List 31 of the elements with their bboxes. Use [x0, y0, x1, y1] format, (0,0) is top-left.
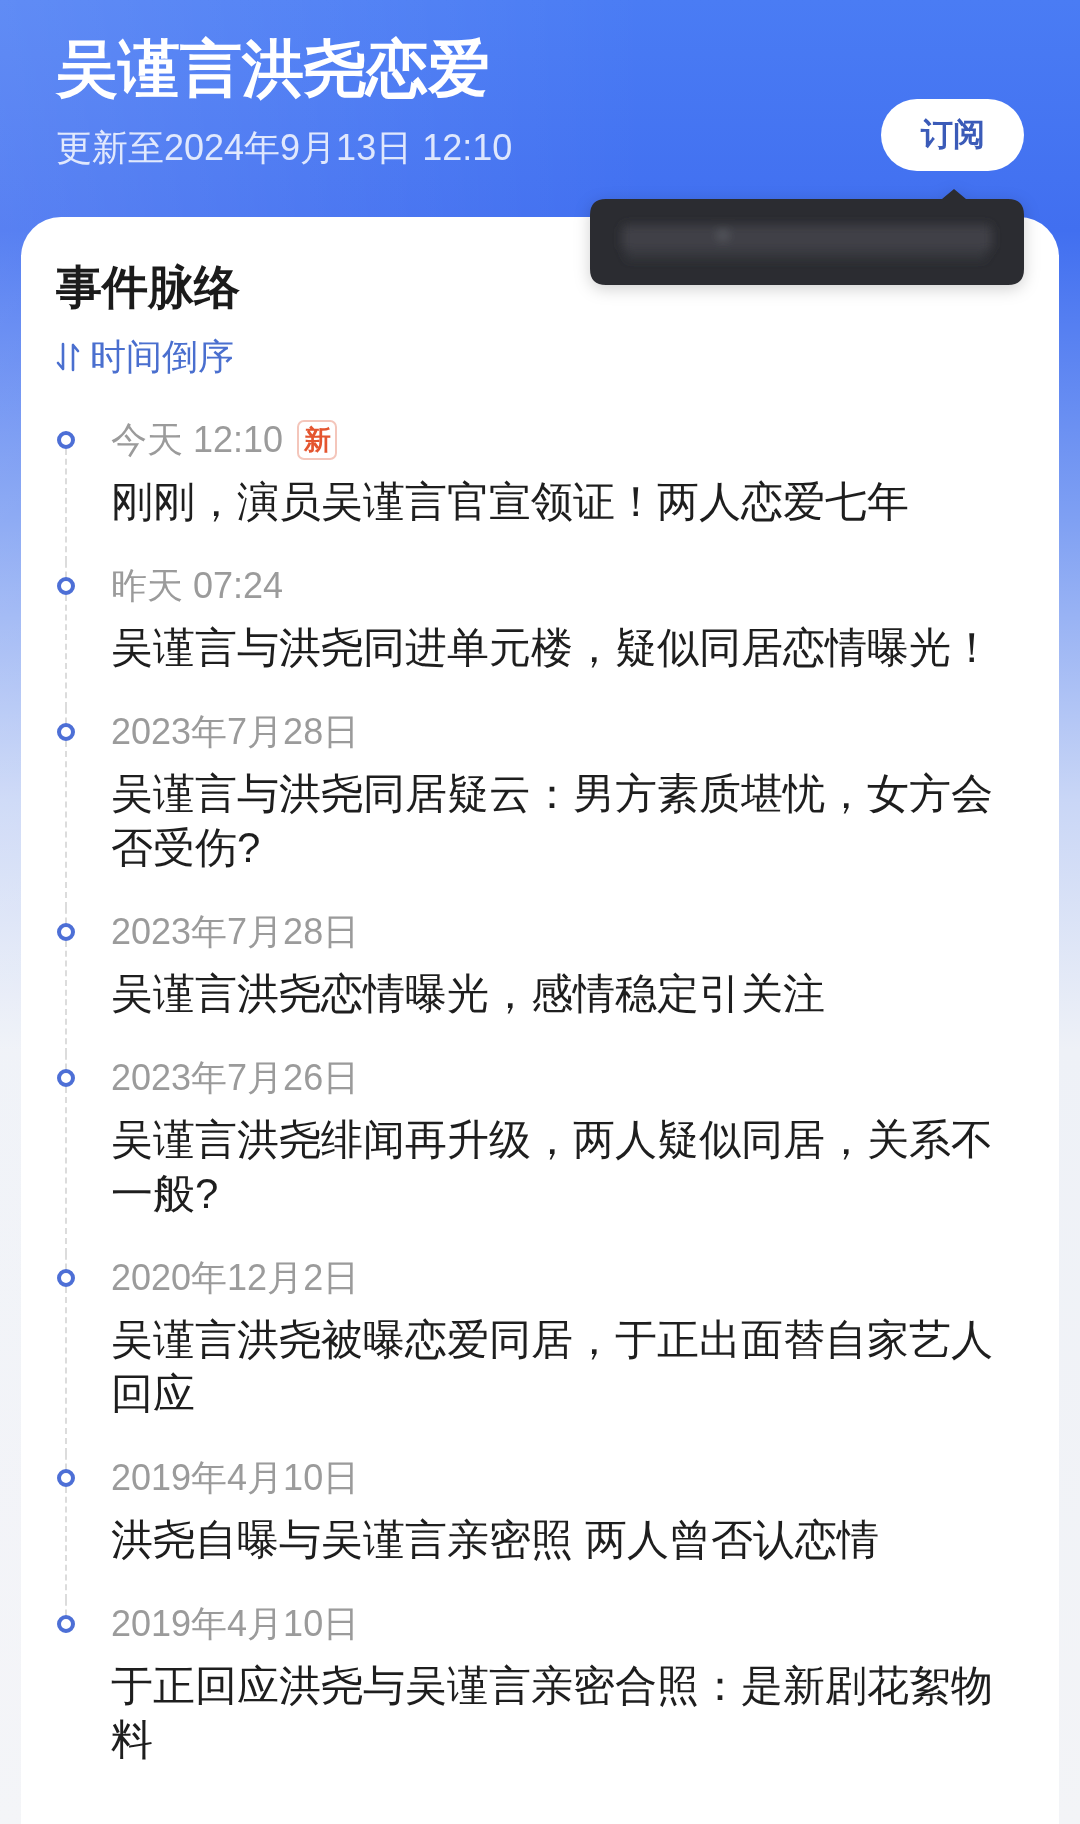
page-title: 吴谨言洪尧恋爱	[56, 33, 491, 105]
timeline-dot-icon	[57, 577, 75, 595]
subscribe-button[interactable]: 订阅	[881, 99, 1024, 171]
section-title: 事件脉络	[56, 260, 241, 315]
event-headline[interactable]: 刚刚，演员吴谨言官宣领证！两人恋爱七年	[111, 475, 1021, 529]
event-date: 2023年7月26日	[111, 1056, 360, 1100]
event-headline[interactable]: 吴谨言洪尧被曝恋爱同居，于正出面替自家艺人回应	[111, 1313, 1021, 1421]
sort-arrows-icon[interactable]	[56, 342, 80, 372]
event-date: 2023年7月28日	[111, 910, 360, 954]
event-date: 2019年4月10日	[111, 1456, 360, 1500]
timeline-dot-icon	[57, 723, 75, 741]
update-time: 更新至2024年9月13日 12:10	[56, 126, 513, 170]
event-headline[interactable]: 吴谨言与洪尧同居疑云：男方素质堪忧，女方会否受伤?	[111, 767, 1021, 875]
event-date: 昨天 07:24	[111, 564, 284, 608]
event-headline[interactable]: 吴谨言与洪尧同进单元楼，疑似同居恋情曝光！	[111, 621, 1021, 675]
event-date: 2020年12月2日	[111, 1256, 360, 1300]
timeline-dot-icon	[57, 923, 75, 941]
sort-order-toggle[interactable]: 时间倒序	[90, 334, 234, 380]
new-badge: 新	[297, 420, 338, 460]
event-headline[interactable]: 吴谨言洪尧恋情曝光，感情稳定引关注	[111, 967, 1021, 1021]
event-date: 今天 12:10	[111, 418, 284, 462]
timeline-dot-icon	[57, 1469, 75, 1487]
timeline-dot-icon	[57, 1615, 75, 1633]
timeline-dot-icon	[57, 1269, 75, 1287]
timeline-dot-icon	[57, 431, 75, 449]
timeline-dot-icon	[57, 1069, 75, 1087]
event-date: 2023年7月28日	[111, 710, 360, 754]
event-date: 2019年4月10日	[111, 1602, 360, 1646]
event-headline[interactable]: 于正回应洪尧与吴谨言亲密合照：是新剧花絮物料	[111, 1659, 1021, 1767]
event-headline[interactable]: 吴谨言洪尧绯闻再升级，两人疑似同居，关系不一般?	[111, 1113, 1021, 1221]
event-headline[interactable]: 洪尧自曝与吴谨言亲密照 两人曾否认恋情	[111, 1513, 1021, 1567]
